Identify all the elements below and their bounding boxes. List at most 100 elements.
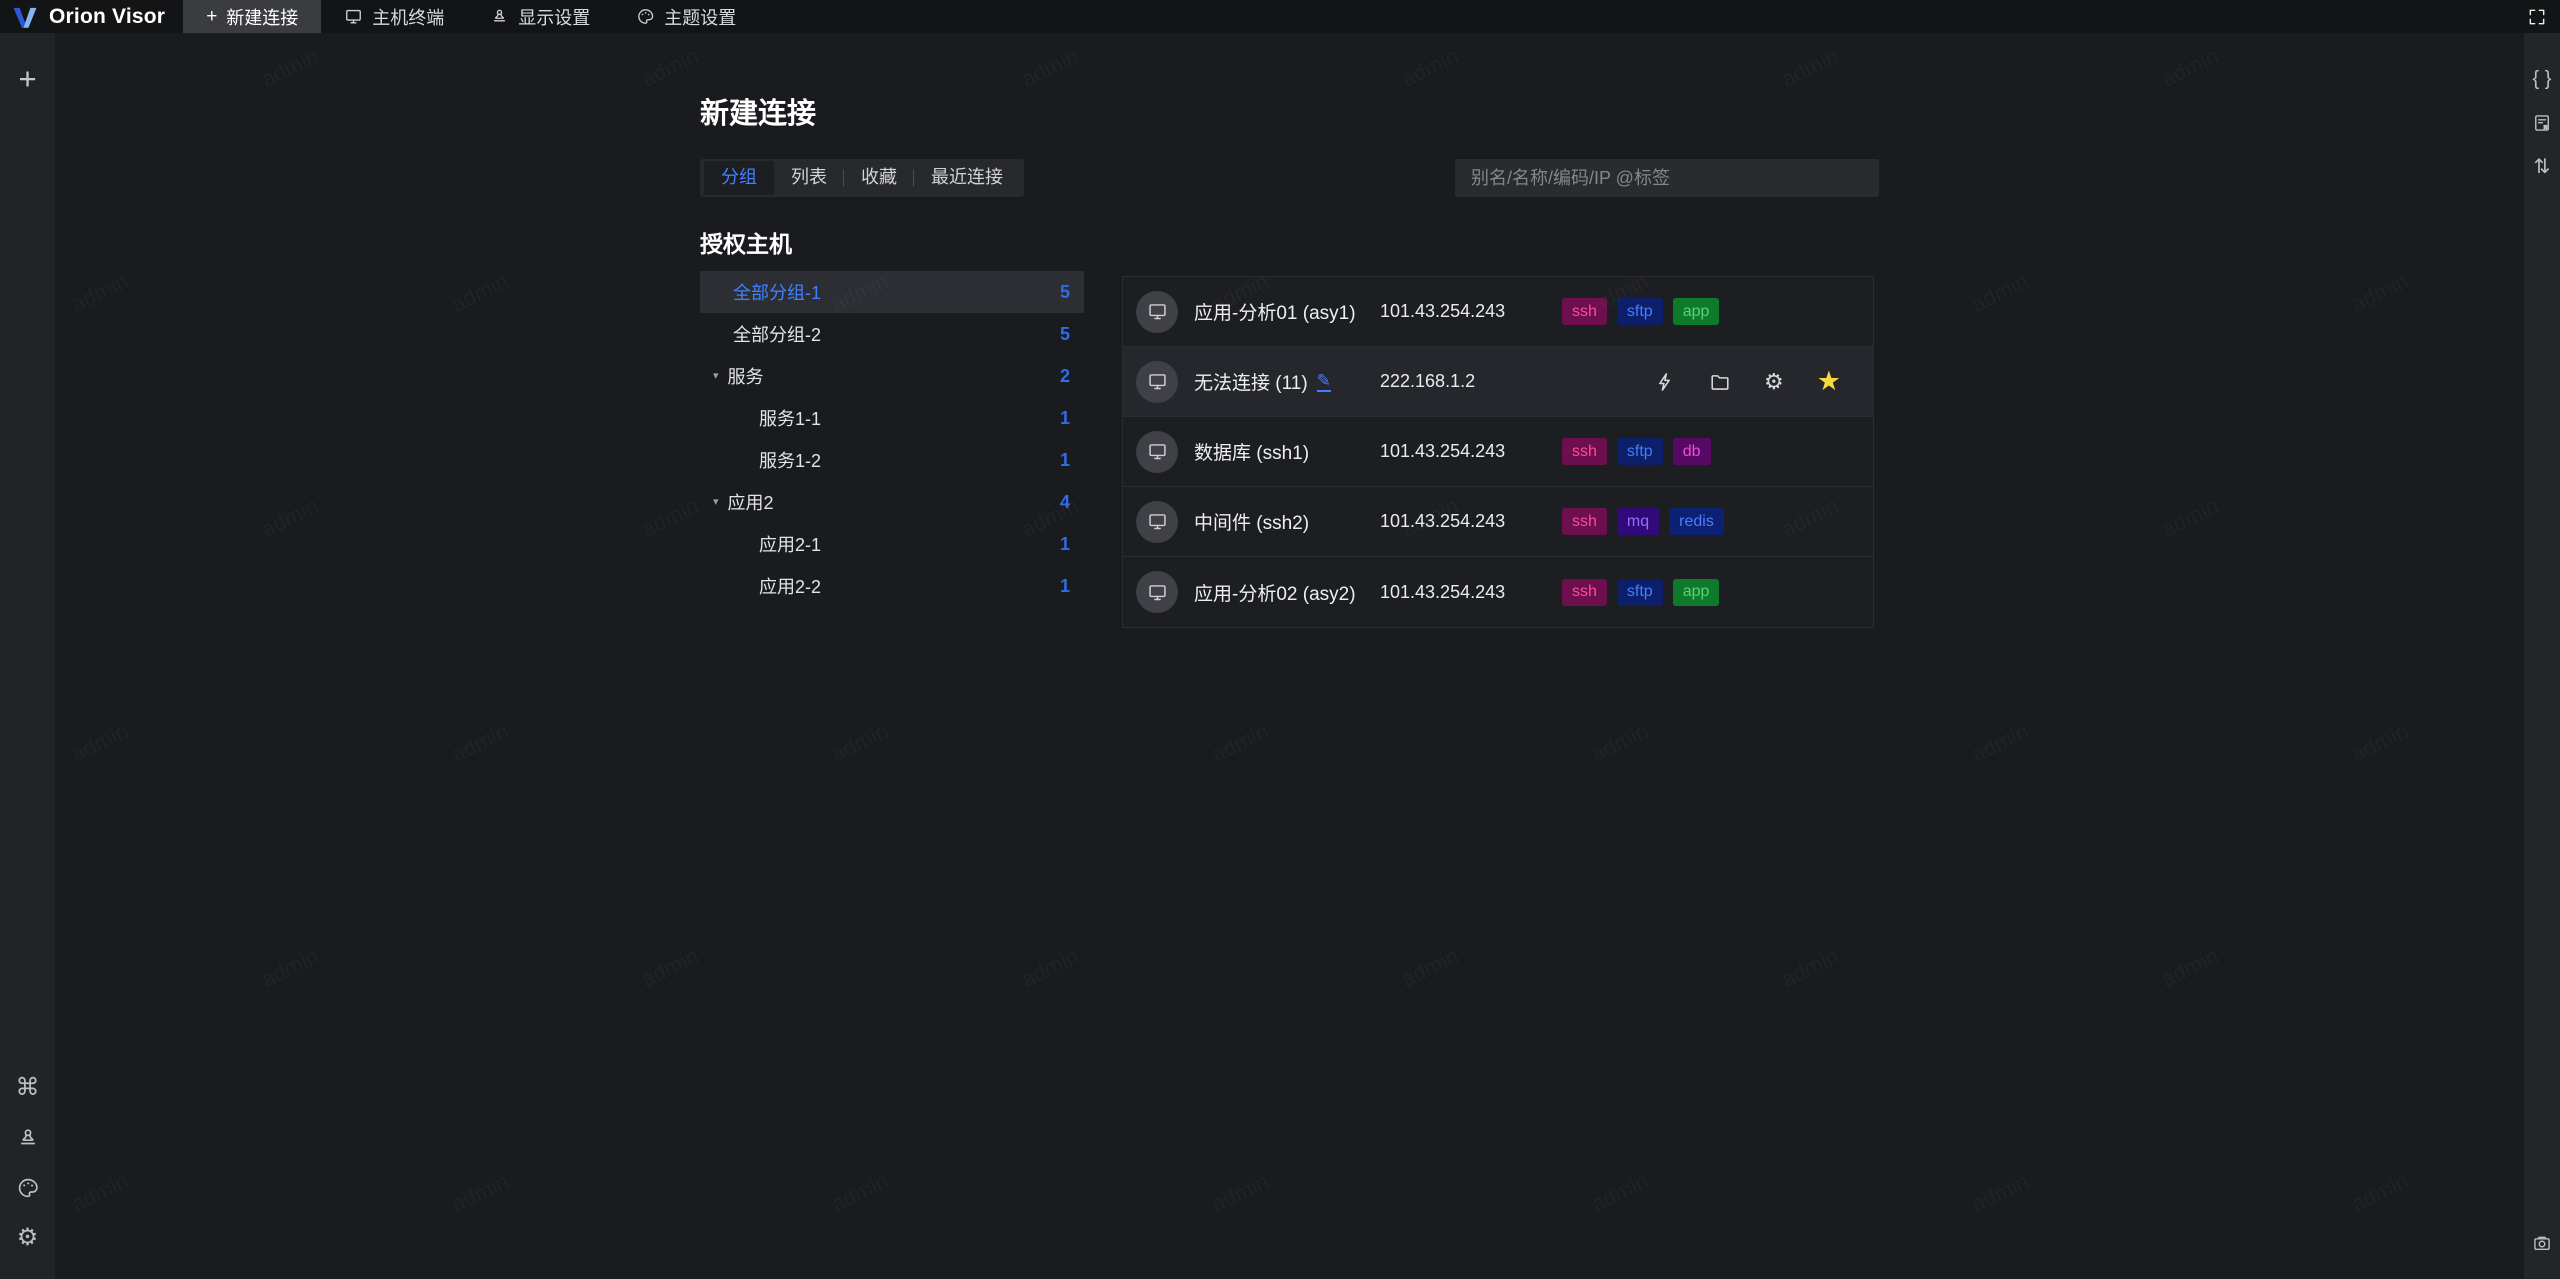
gear-icon[interactable]: ⚙ — [17, 1226, 39, 1250]
host-name-text: 应用-分析01 (asy1) — [1194, 303, 1356, 324]
tree-item-label: 应用2 — [727, 493, 774, 513]
monitor-icon — [1147, 511, 1168, 532]
stamp-icon[interactable] — [16, 1126, 40, 1150]
tree-item-label: 服务 — [727, 367, 764, 387]
host-tag-ssh: ssh — [1562, 578, 1607, 606]
host-ip: 101.43.254.243 — [1380, 441, 1506, 461]
host-list: 应用-分析01 (asy1) 101.43.254.243 ssh sftp app 无法… — [1122, 276, 1874, 628]
host-avatar — [1136, 571, 1178, 613]
host-name-text: 应用-分析02 (asy2) — [1194, 583, 1356, 605]
host-tag-ssh: ssh — [1562, 438, 1607, 465]
app-title: Orion Visor — [49, 4, 166, 28]
tree-item-count: 1 — [1059, 533, 1070, 554]
host-tags: ssh mq redis — [1562, 508, 1724, 535]
host-tags: ssh sftp db — [1562, 438, 1711, 465]
tree-item-count: 5 — [1059, 323, 1070, 344]
host-actions: ⚙ ★ — [1654, 368, 1873, 395]
command-icon[interactable]: ⌘ — [16, 1076, 40, 1100]
tree-item-label: 服务1-2 — [759, 451, 822, 471]
tree-item-count: 5 — [1059, 281, 1070, 302]
host-row[interactable]: 无法连接 (11) ✎ 222.168.1.2 ⚙ ★ — [1123, 347, 1873, 417]
favorite-icon[interactable]: ★ — [1817, 368, 1841, 395]
view-tab-recent[interactable]: 最近连接 — [914, 161, 1020, 195]
tree-item[interactable]: ▾ 应用2 4 — [700, 481, 1084, 523]
topbar: Orion Visor + 新建连接 主机终端 显示设置 主题设置 — [0, 0, 2560, 33]
host-avatar — [1136, 500, 1178, 543]
host-tag-app: app — [1672, 578, 1720, 606]
host-settings-icon[interactable]: ⚙ — [1764, 370, 1784, 393]
tree-item-count: 1 — [1059, 449, 1070, 470]
host-tags: ssh sftp app — [1562, 578, 1720, 606]
tree-item-label: 服务1-1 — [759, 409, 822, 429]
host-tag-sftp: sftp — [1616, 438, 1663, 465]
pencil-icon[interactable]: ✎ — [1316, 372, 1331, 392]
view-tab-group[interactable]: 分组 — [704, 161, 774, 195]
tree-item[interactable]: 应用2-1 1 — [700, 523, 1084, 565]
tree-item-label: 全部分组-2 — [733, 325, 822, 345]
main-content: 新建连接 分组列表收藏最近连接 授权主机 全部分组-1 5 全部分组-2 5 ▾ 服务 2 服… — [55, 33, 2524, 1279]
host-tag-sftp: sftp — [1616, 298, 1663, 325]
host-avatar — [1136, 430, 1178, 473]
tree-item-count: 4 — [1059, 491, 1070, 512]
topbar-tab-label: 新建连接 — [226, 7, 299, 28]
topbar-tab-theme-settings[interactable]: 主题设置 — [613, 0, 759, 33]
monitor-icon — [1147, 301, 1168, 322]
monitor-icon — [1147, 582, 1168, 603]
doc-bookmark-icon[interactable] — [2532, 113, 2552, 133]
tree-item[interactable]: 服务1-1 1 — [700, 397, 1084, 439]
tree-item-count: 1 — [1059, 407, 1070, 428]
host-name: 应用-分析01 (asy1) — [1194, 298, 1380, 325]
tree-heading: 授权主机 — [700, 231, 792, 257]
tree-item-label: 全部分组-1 — [733, 283, 822, 303]
sort-icon[interactable]: ⇅ — [2534, 157, 2551, 177]
braces-icon[interactable]: { } — [2533, 69, 2552, 89]
host-row[interactable]: 中间件 (ssh2) 101.43.254.243 ssh mq redis — [1123, 487, 1873, 557]
palette-icon[interactable] — [16, 1176, 40, 1200]
camera-icon[interactable] — [2532, 1233, 2552, 1253]
host-row[interactable]: 数据库 (ssh1) 101.43.254.243 ssh sftp db — [1123, 417, 1873, 487]
tree-item[interactable]: 应用2-2 1 — [700, 565, 1084, 607]
caret-icon[interactable]: ▾ — [713, 496, 719, 508]
monitor-icon — [344, 7, 363, 26]
plus-icon: + — [206, 6, 218, 27]
host-avatar — [1136, 290, 1178, 333]
topbar-tabs: + 新建连接 主机终端 显示设置 主题设置 — [183, 0, 759, 33]
host-tag-ssh: ssh — [1562, 298, 1607, 325]
topbar-tab-label: 主机终端 — [372, 7, 445, 28]
tree-item[interactable]: 全部分组-2 5 — [700, 313, 1084, 355]
search-input[interactable] — [1455, 159, 1879, 197]
topbar-tab-label: 主题设置 — [664, 7, 737, 28]
caret-icon[interactable]: ▾ — [713, 370, 719, 382]
tree-item[interactable]: ▾ 服务 2 — [700, 355, 1084, 397]
tree-item-count: 2 — [1059, 365, 1070, 386]
host-name-text: 无法连接 (11) — [1194, 373, 1308, 394]
host-ip: 222.168.1.2 — [1380, 371, 1476, 391]
host-ip: 101.43.254.243 — [1380, 301, 1506, 321]
host-name: 中间件 (ssh2) — [1194, 508, 1380, 535]
monitor-icon — [1147, 371, 1168, 392]
topbar-tab-host-terminal[interactable]: 主机终端 — [321, 0, 467, 33]
fullscreen-icon[interactable] — [2527, 7, 2547, 27]
monitor-icon — [1147, 441, 1168, 462]
tree-item[interactable]: 服务1-2 1 — [700, 439, 1084, 481]
orion-visor-app: { "app": { "name": "Orion Visor" }, "top… — [0, 0, 2560, 1279]
sftp-files-icon[interactable] — [1709, 371, 1731, 393]
host-group-tree: 全部分组-1 5 全部分组-2 5 ▾ 服务 2 服务1-1 1 服务1-2 1 ▾ 应用2 4 应用2-1… — [700, 271, 1084, 607]
host-name: 无法连接 (11) ✎ — [1194, 368, 1380, 395]
host-avatar — [1136, 360, 1178, 403]
tree-item-label: 应用2-1 — [759, 535, 822, 555]
topbar-tab-new-connection[interactable]: + 新建连接 — [183, 0, 322, 33]
topbar-tab-display-settings[interactable]: 显示设置 — [467, 0, 613, 33]
view-tab-favorites[interactable]: 收藏 — [844, 161, 914, 195]
host-tags: ssh sftp app — [1562, 298, 1720, 325]
host-row[interactable]: 应用-分析01 (asy1) 101.43.254.243 ssh sftp app — [1123, 277, 1873, 347]
plus-icon[interactable]: + — [18, 63, 36, 94]
connect-icon[interactable] — [1654, 371, 1676, 393]
host-row[interactable]: 应用-分析02 (asy2) 101.43.254.243 ssh sftp app — [1123, 557, 1873, 627]
host-name-text: 数据库 (ssh1) — [1194, 443, 1310, 464]
host-ip: 101.43.254.243 — [1380, 581, 1506, 602]
host-tag-ssh: ssh — [1562, 508, 1607, 535]
host-tag-app: app — [1672, 298, 1720, 325]
tree-item[interactable]: 全部分组-1 5 — [700, 271, 1084, 313]
view-tab-list[interactable]: 列表 — [774, 161, 844, 195]
